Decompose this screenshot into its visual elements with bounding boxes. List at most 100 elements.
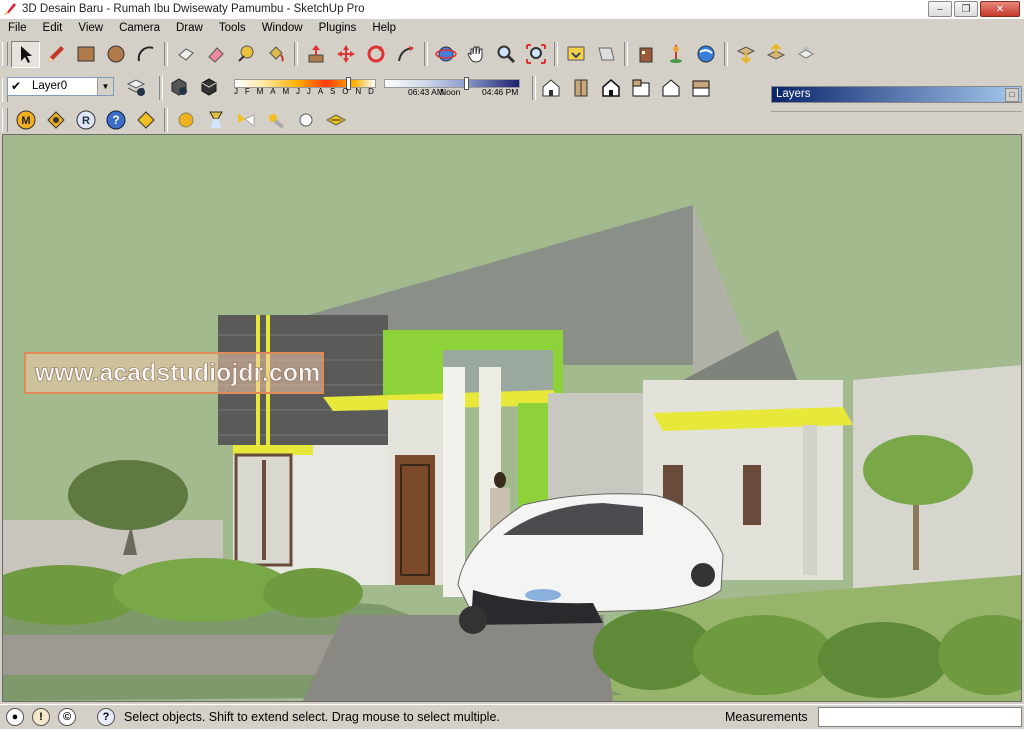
plugin-lamp-button[interactable]	[261, 107, 290, 134]
shadow-settings-button[interactable]	[164, 73, 193, 100]
upload-button[interactable]	[791, 41, 820, 68]
menu-file[interactable]: File	[0, 19, 35, 37]
plugin-omni-light-button[interactable]	[291, 107, 320, 134]
layers-panel-expand-button[interactable]: □	[1005, 88, 1019, 102]
paint-bucket-button[interactable]	[261, 41, 290, 68]
plugin-tag-button[interactable]	[41, 107, 70, 134]
main-toolbar	[0, 39, 821, 69]
credits-icon[interactable]: !	[32, 708, 50, 726]
export-button[interactable]	[761, 41, 790, 68]
month-label: J	[296, 87, 301, 96]
plugin-r-button[interactable]: R	[71, 107, 100, 134]
eraser-tool-button[interactable]	[201, 41, 230, 68]
user-icon[interactable]: ©	[58, 708, 76, 726]
menu-tools[interactable]: Tools	[211, 19, 254, 37]
layers-panel-header[interactable]: Layers □	[771, 86, 1022, 103]
house-left-icon	[692, 80, 709, 97]
iso-view-button[interactable]	[536, 75, 565, 102]
component-icon	[177, 48, 194, 61]
zoom-extents-button[interactable]	[521, 41, 550, 68]
left-view-button[interactable]	[686, 75, 715, 102]
layer-visible-checkmark: ✔	[11, 79, 22, 93]
zoom-tool-button[interactable]	[491, 41, 520, 68]
house-front-icon	[601, 79, 620, 97]
add-location-button[interactable]	[661, 41, 690, 68]
top-view-button[interactable]	[566, 75, 595, 102]
select-tool-button[interactable]	[11, 40, 40, 68]
globe-icon	[697, 45, 714, 63]
plugin-m-icon: M	[16, 110, 35, 130]
toolbar-separator	[554, 42, 558, 66]
earth-button[interactable]	[691, 41, 720, 68]
plugin-light-sphere-button[interactable]	[171, 107, 200, 134]
menu-window[interactable]: Window	[254, 19, 311, 37]
rectangle-tool-button[interactable]	[71, 41, 100, 68]
plugin-m-button[interactable]: M	[11, 107, 40, 134]
plugin-r-letter: R	[82, 115, 90, 127]
pan-tool-button[interactable]	[461, 41, 490, 68]
share-model-button[interactable]	[591, 41, 620, 68]
plugin-spotlight-button[interactable]	[201, 107, 230, 134]
menu-view[interactable]: View	[70, 19, 111, 37]
follow-me-button[interactable]	[391, 41, 420, 68]
plugin-material-button[interactable]	[131, 107, 160, 134]
toolbar-grip[interactable]	[2, 108, 8, 132]
layers-panel-title: Layers	[776, 88, 811, 100]
import-button[interactable]	[731, 41, 760, 68]
plugin-help-letter: ?	[112, 113, 119, 127]
make-component-button[interactable]	[171, 41, 200, 68]
import-icon	[736, 46, 755, 64]
magnifier-icon	[497, 45, 515, 64]
close-button[interactable]: ✕	[980, 1, 1020, 17]
plugin-cone-light-button[interactable]	[231, 107, 260, 134]
instructor-help-icon[interactable]: ?	[97, 708, 115, 726]
tag-icon	[46, 111, 65, 129]
front-view-button[interactable]	[596, 75, 625, 102]
shadow-box-icon	[171, 77, 187, 96]
minimize-button[interactable]: –	[928, 1, 952, 17]
arrow-cursor-icon	[20, 46, 32, 63]
orbit-icon	[434, 46, 457, 62]
circle-icon	[107, 45, 124, 63]
menu-draw[interactable]: Draw	[168, 19, 211, 37]
time-slider-thumb[interactable]	[464, 77, 469, 90]
menu-plugins[interactable]: Plugins	[311, 19, 365, 37]
building-icon	[639, 47, 652, 63]
get-models-button[interactable]	[561, 41, 590, 68]
plugin-help-button[interactable]: ?	[101, 107, 130, 134]
rotate-tool-button[interactable]	[361, 41, 390, 68]
material-tag-icon	[136, 111, 155, 129]
menu-edit[interactable]: Edit	[35, 19, 71, 37]
chevron-down-icon[interactable]: ▼	[97, 78, 113, 95]
orbit-tool-button[interactable]	[431, 41, 460, 68]
photo-textures-button[interactable]	[631, 41, 660, 68]
layer-select[interactable]: ✔ Layer0 ▼	[7, 77, 114, 96]
menu-bar: File Edit View Camera Draw Tools Window …	[0, 19, 1024, 37]
line-tool-button[interactable]	[41, 41, 70, 68]
tape-measure-button[interactable]	[231, 41, 260, 68]
move-icon	[336, 45, 355, 63]
light-sphere-icon	[178, 112, 193, 128]
layer-manager-button[interactable]	[121, 73, 150, 100]
paint-bucket-icon	[268, 46, 284, 62]
measurements-input[interactable]	[818, 707, 1022, 727]
push-pull-button[interactable]	[301, 41, 330, 68]
shadow-cube-icon	[201, 77, 216, 96]
display-shadows-button[interactable]	[194, 73, 223, 100]
toolbar-grip[interactable]	[2, 42, 8, 66]
circle-tool-button[interactable]	[101, 41, 130, 68]
menu-camera[interactable]: Camera	[111, 19, 168, 37]
shadow-sliders: J F M A M J J A S O N D 06:43 AM Noon 04…	[228, 75, 526, 101]
arc-tool-button[interactable]	[131, 41, 160, 68]
plugin-plane-light-button[interactable]	[321, 107, 350, 134]
right-view-button[interactable]	[626, 75, 655, 102]
drawing-viewport[interactable]: www.acadstudiojdr.com	[2, 134, 1022, 702]
geolocation-icon[interactable]: ●	[6, 708, 24, 726]
move-tool-button[interactable]	[331, 41, 360, 68]
maximize-button[interactable]: ❐	[954, 1, 978, 17]
house-right-icon	[632, 79, 649, 97]
plugin-r-icon: R	[76, 110, 95, 130]
month-label: M	[256, 87, 264, 96]
back-view-button[interactable]	[656, 75, 685, 102]
menu-help[interactable]: Help	[364, 19, 404, 37]
